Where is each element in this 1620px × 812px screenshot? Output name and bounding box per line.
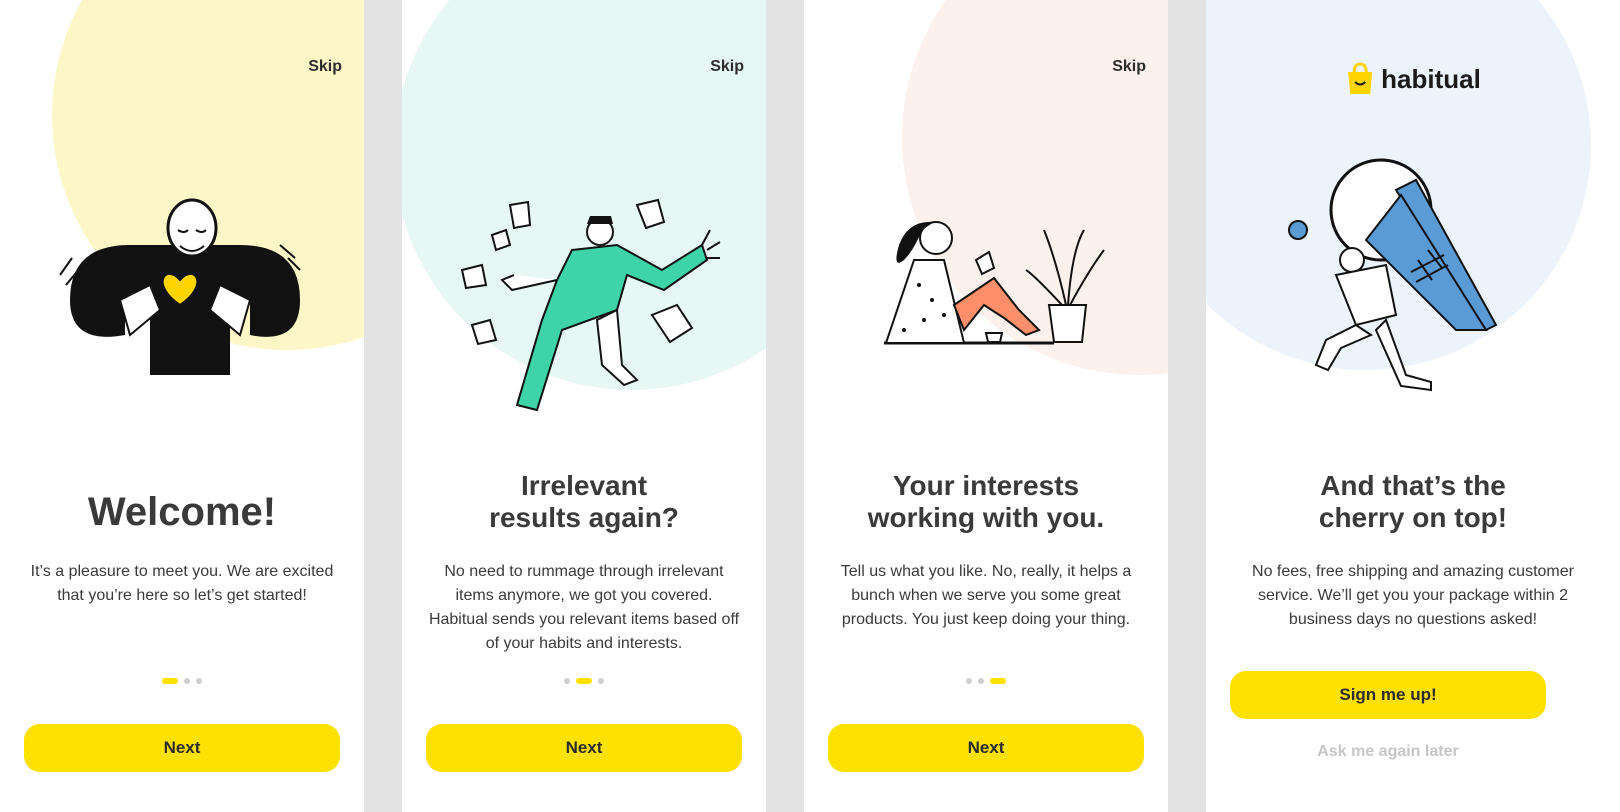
page-description: It’s a pleasure to meet you. We are exci…	[30, 563, 334, 604]
page-dot-2	[184, 678, 190, 684]
man-running-with-papers-illustration	[460, 198, 721, 412]
page-description: No need to rummage through irrelevant it…	[428, 563, 740, 652]
page-indicator	[564, 678, 604, 684]
page-description: No fees, free shipping and amazing custo…	[1252, 563, 1574, 628]
page-dot-2	[978, 678, 984, 684]
page-title-line-1: And that’s the	[1320, 470, 1506, 501]
page-title-line-2: cherry on top!	[1318, 502, 1508, 533]
ask-later-link[interactable]: Ask me again later	[1206, 743, 1570, 761]
page-dot-3	[990, 678, 1006, 684]
skip-button[interactable]: Skip	[1112, 58, 1146, 76]
sign-up-button[interactable]: Sign me up!	[1230, 671, 1546, 719]
shopping-bag-icon	[1348, 62, 1373, 94]
page-dot-3	[196, 678, 202, 684]
onboarding-screen-signup: habitual And that’s the cherry on top! N…	[1206, 0, 1620, 812]
page-title-line-2: results again?	[489, 502, 679, 533]
page-dot-1	[966, 678, 972, 684]
skip-button[interactable]: Skip	[308, 58, 342, 76]
page-indicator	[966, 678, 1006, 684]
onboarding-screen-welcome: Skip Welcome! It’s a pleasure to meet yo…	[0, 0, 364, 812]
skip-button[interactable]: Skip	[710, 58, 744, 76]
page-description: Tell us what you like. No, really, it he…	[840, 563, 1132, 628]
habitual-logo: habitual	[1345, 62, 1481, 96]
page-indicator	[162, 678, 202, 684]
onboarding-screen-relevance: Skip Irrelevant results again? No need t…	[402, 0, 766, 812]
page-title-line-1: Irrelevant	[520, 470, 648, 501]
man-holding-heart-illustration	[59, 198, 301, 375]
page-title-line-2: working with you.	[867, 502, 1105, 533]
page-title: Irrelevant results again?	[402, 470, 766, 534]
woman-reading-with-plant-illustration	[884, 221, 1105, 345]
page-title: And that’s the cherry on top!	[1206, 470, 1620, 534]
page-title: Your interests working with you.	[804, 470, 1168, 534]
next-button[interactable]: Next	[24, 724, 340, 772]
onboarding-screen-interests: Skip Your interests working with you. Te…	[804, 0, 1168, 812]
girl-carrying-ice-cream-illustration	[1288, 158, 1498, 392]
page-dot-3	[598, 678, 604, 684]
logo-text: habitual	[1381, 63, 1481, 94]
page-title-line-1: Your interests	[892, 470, 1080, 501]
next-button[interactable]: Next	[426, 724, 742, 772]
page-dot-1	[162, 678, 178, 684]
next-button[interactable]: Next	[828, 724, 1144, 772]
page-dot-1	[564, 678, 570, 684]
page-title: Welcome!	[87, 490, 277, 534]
page-dot-2	[576, 678, 592, 684]
